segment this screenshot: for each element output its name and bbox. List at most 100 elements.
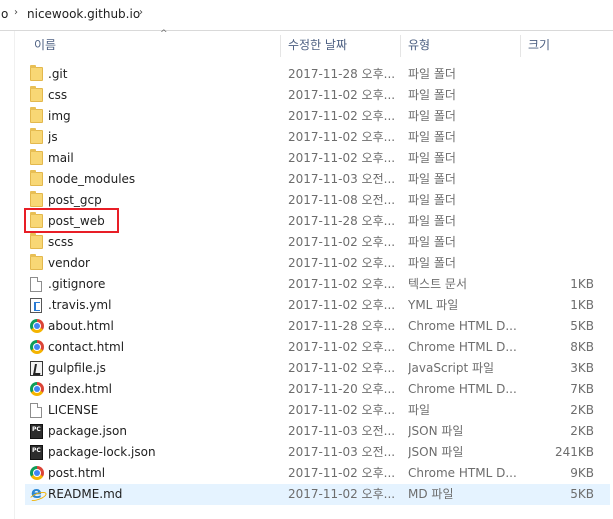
text-file-icon [30,277,42,292]
file-row[interactable]: LICENSE 2017-11-02 오후... 파일 2KB [15,400,613,421]
column-divider[interactable] [400,35,401,57]
file-row[interactable]: PC package.json 2017-11-03 오전... JSON 파일 2KB [15,421,613,442]
breadcrumb-chevron-icon[interactable]: › [139,7,143,18]
file-name: css [48,88,68,102]
file-type: 파일 폴더 [408,67,456,81]
file-size [515,211,594,232]
file-type: Chrome HTML D... [408,340,517,354]
folder-icon [30,212,43,228]
file-name: package.json [48,424,128,438]
file-size [515,169,594,190]
file-type: Chrome HTML D... [408,382,517,396]
file-size [515,253,594,274]
folder-icon [30,149,43,165]
column-header-name[interactable]: 이름 [28,31,288,59]
file-size: 2KB [570,424,594,438]
file-type: 파일 폴더 [408,214,456,228]
json-file-icon: PC [30,424,43,439]
file-date-modified: 2017-11-02 오후... [288,298,396,312]
file-name: post_gcp [48,193,102,207]
file-name: node_modules [48,172,136,186]
column-header: ^ 이름 수정한 날짜 유형 크기 [15,29,613,59]
file-date-modified: 2017-11-02 오후... [288,487,396,501]
file-date-modified: 2017-11-28 오후... [288,214,396,228]
file-name: LICENSE [48,403,99,417]
file-row[interactable]: mail 2017-11-02 오후... 파일 폴더 [15,148,613,169]
file-type: 파일 폴더 [408,109,456,123]
file-type: JSON 파일 [408,424,464,438]
file-type: 파일 폴더 [408,193,456,207]
file-type: 파일 폴더 [408,256,456,270]
file-row[interactable]: post_gcp 2017-11-08 오전... 파일 폴더 [15,190,613,211]
navigation-pane-edge [0,31,15,519]
file-row[interactable]: post.html 2017-11-02 오후... Chrome HTML D..… [15,463,613,484]
file-name: .git [48,67,68,81]
column-header-date[interactable]: 수정한 날짜 [282,31,400,59]
file-row[interactable]: scss 2017-11-02 오후... 파일 폴더 [15,232,613,253]
file-date-modified: 2017-11-28 오후... [288,67,396,81]
chrome-html-icon [30,340,44,354]
file-row[interactable]: .git 2017-11-28 오후... 파일 폴더 [15,64,613,85]
file-row[interactable]: js 2017-11-02 오후... 파일 폴더 [15,127,613,148]
file-name: scss [48,235,74,249]
file-row[interactable]: post_web 2017-11-28 오후... 파일 폴더 [15,211,613,232]
file-size [515,64,594,85]
file-type: 파일 폴더 [408,151,456,165]
file-row[interactable]: about.html 2017-11-28 오후... Chrome HTML D.… [15,316,613,337]
column-header-size[interactable]: 크기 [522,31,602,59]
file-type: Chrome HTML D... [408,319,517,333]
file-row[interactable]: .travis.yml 2017-11-02 오후... YML 파일 1KB [15,295,613,316]
file-date-modified: 2017-11-20 오후... [288,382,396,396]
file-name: vendor [48,256,90,270]
file-date-modified: 2017-11-02 오후... [288,361,396,375]
folder-icon [30,128,43,144]
file-name: mail [48,151,74,165]
file-name: post.html [48,466,106,480]
file-type: 파일 폴더 [408,172,456,186]
file-name: README.md [48,487,123,501]
column-divider[interactable] [280,35,281,57]
file-row[interactable]: index.html 2017-11-20 오후... Chrome HTML D.… [15,379,613,400]
blank-file-icon [30,403,42,418]
file-type: 파일 폴더 [408,130,456,144]
file-size [515,148,594,169]
file-name: index.html [48,382,112,396]
file-size: 7KB [570,382,594,396]
file-name: about.html [48,319,114,333]
file-type: MD 파일 [408,487,454,501]
file-row[interactable]: vendor 2017-11-02 오후... 파일 폴더 [15,253,613,274]
file-date-modified: 2017-11-02 오후... [288,256,396,270]
file-date-modified: 2017-11-28 오후... [288,319,396,333]
file-name: package-lock.json [48,445,156,459]
column-divider[interactable] [520,35,521,57]
file-date-modified: 2017-11-03 오전... [288,445,396,459]
yml-file-icon [30,298,42,313]
folder-icon [30,65,43,81]
file-size: 3KB [570,361,594,375]
chrome-html-icon [30,319,44,333]
file-date-modified: 2017-11-02 오후... [288,403,396,417]
file-date-modified: 2017-11-08 오전... [288,193,396,207]
folder-icon [30,86,43,102]
file-type: JavaScript 파일 [408,361,495,375]
file-row[interactable]: css 2017-11-02 오후... 파일 폴더 [15,85,613,106]
address-bar[interactable]: o › nicewook.github.io › [0,0,613,31]
file-date-modified: 2017-11-02 오후... [288,109,396,123]
file-row[interactable]: node_modules 2017-11-03 오전... 파일 폴더 [15,169,613,190]
file-size [515,85,594,106]
file-row[interactable]: README.md 2017-11-02 오후... MD 파일 5KB [25,483,610,505]
breadcrumb-separator-icon[interactable]: › [14,7,18,18]
file-date-modified: 2017-11-03 오전... [288,172,396,186]
breadcrumb-parent-fragment[interactable]: o [1,7,8,21]
file-row[interactable]: contact.html 2017-11-02 오후... Chrome HTML … [15,337,613,358]
breadcrumb-current-folder[interactable]: nicewook.github.io [27,7,140,21]
file-row[interactable]: .gitignore 2017-11-02 오후... 텍스트 문서 1KB [15,274,613,295]
file-size [515,127,594,148]
file-date-modified: 2017-11-03 오전... [288,424,396,438]
file-row[interactable]: gulpfile.js 2017-11-02 오후... JavaScript 파일… [15,358,613,379]
file-row[interactable]: PC package-lock.json 2017-11-03 오전... JSON … [15,442,613,463]
file-size: 2KB [570,403,594,417]
column-header-type[interactable]: 유형 [402,31,520,59]
file-size: 5KB [570,319,594,333]
file-row[interactable]: img 2017-11-02 오후... 파일 폴더 [15,106,613,127]
